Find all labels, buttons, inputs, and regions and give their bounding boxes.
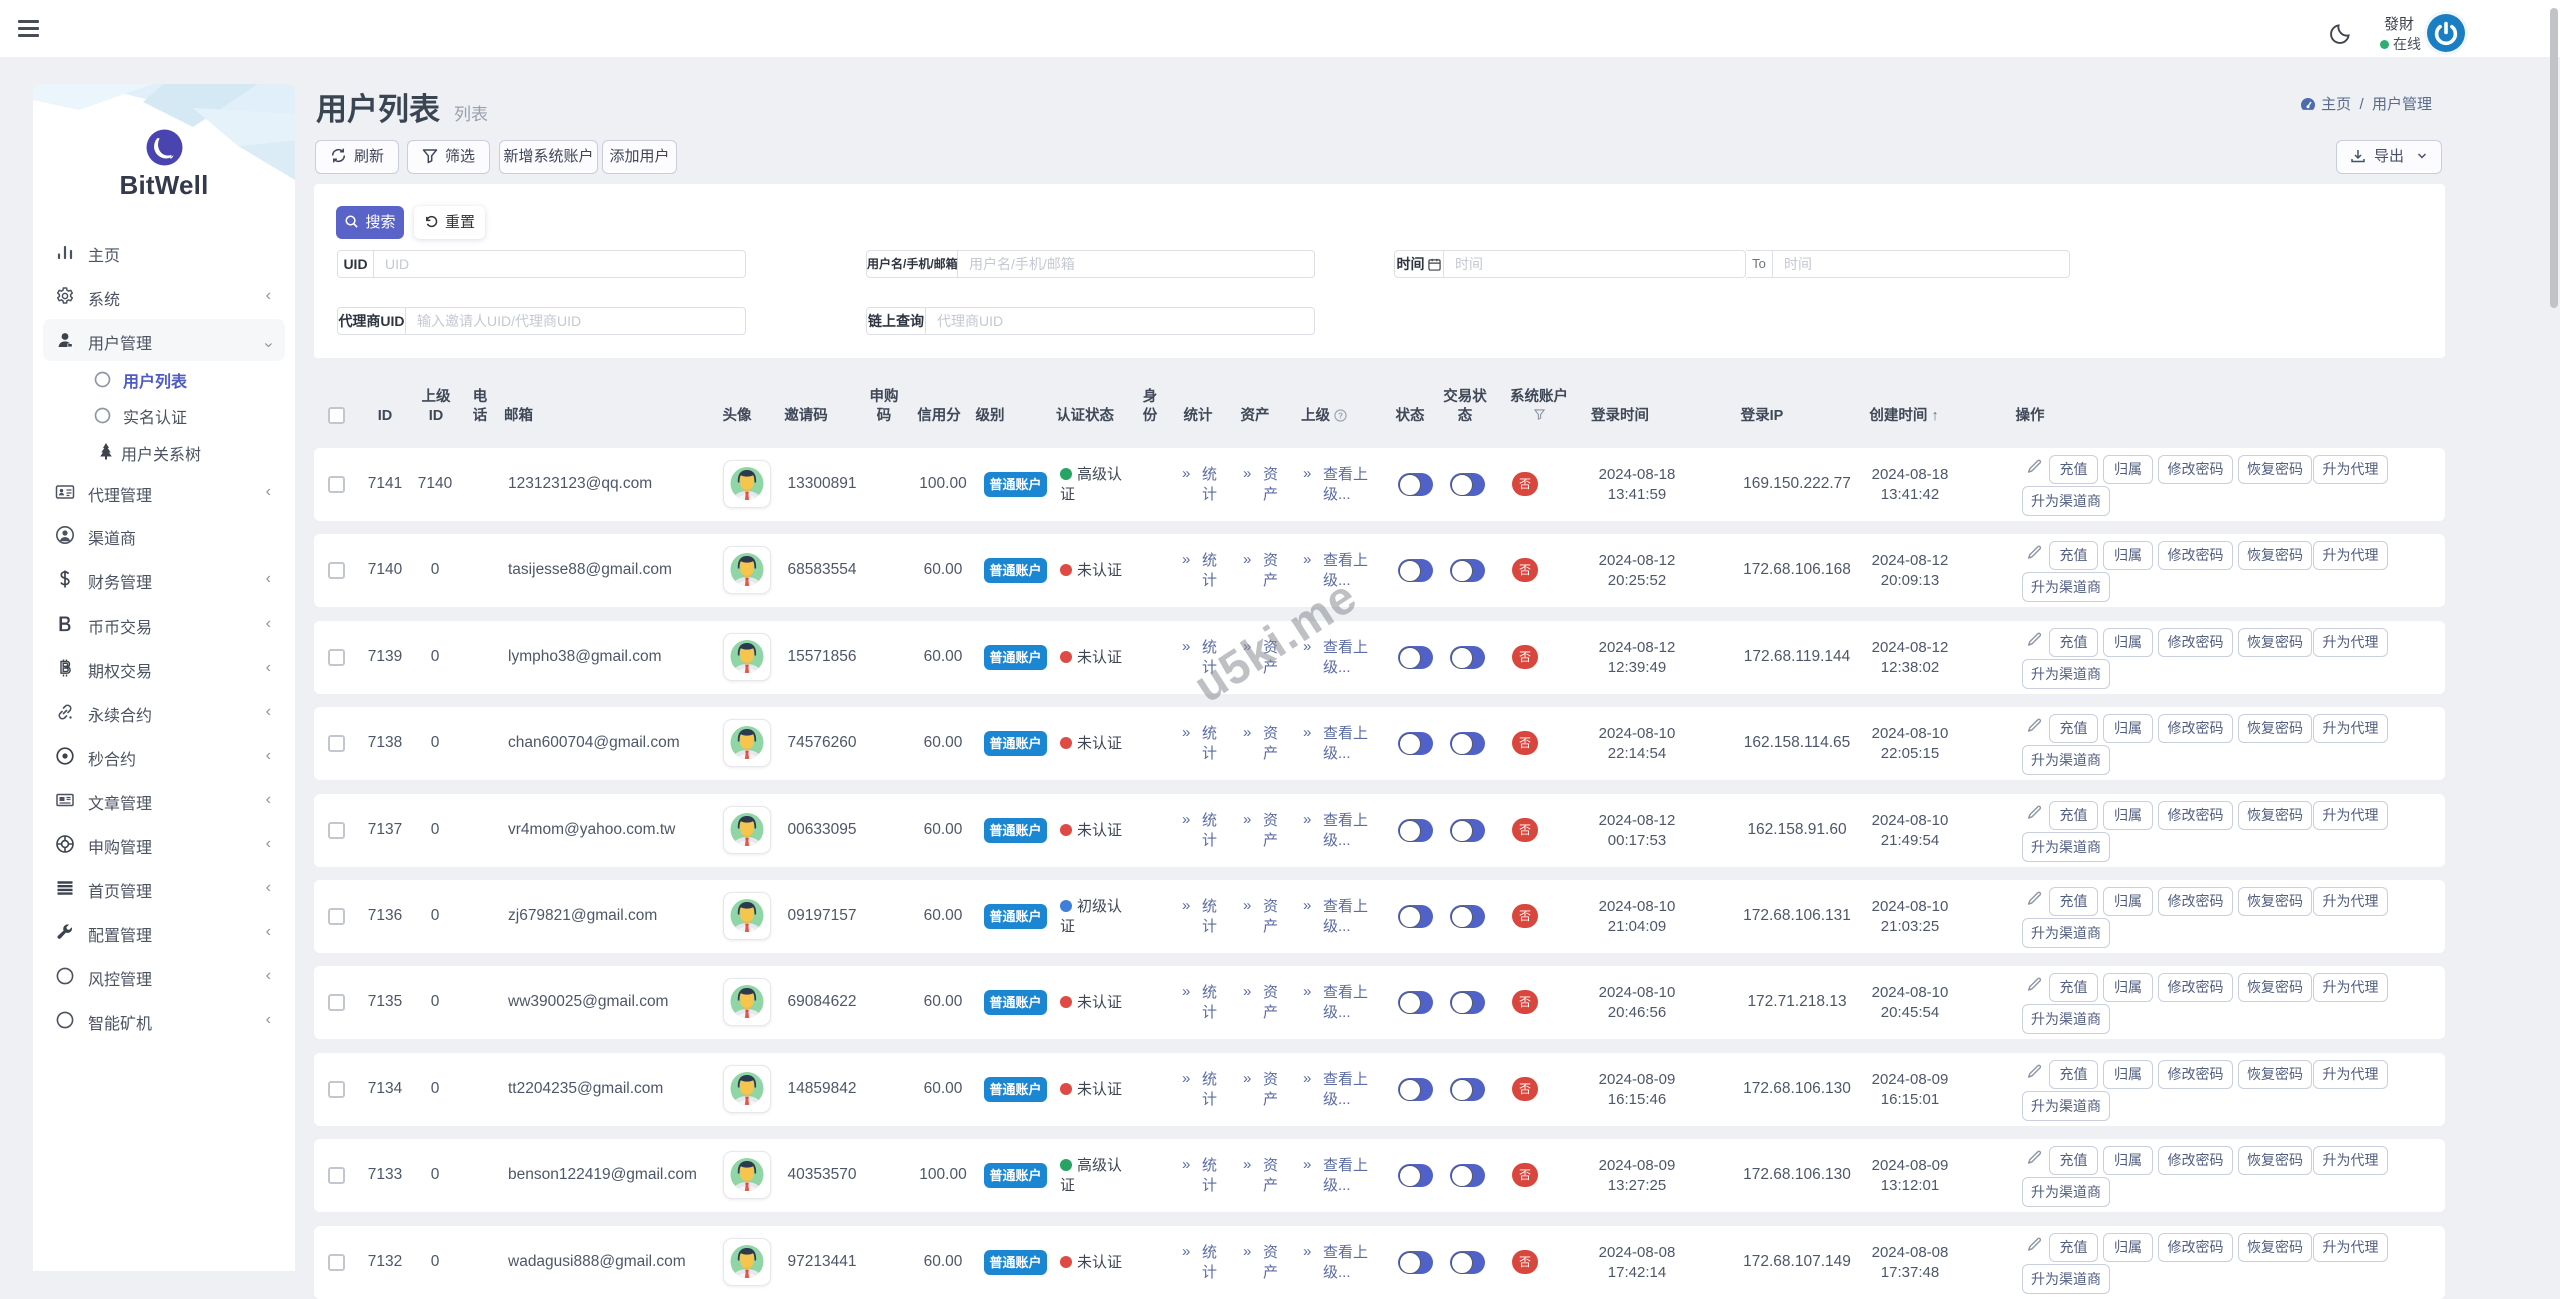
svg-text:?: ? (1338, 410, 1343, 420)
